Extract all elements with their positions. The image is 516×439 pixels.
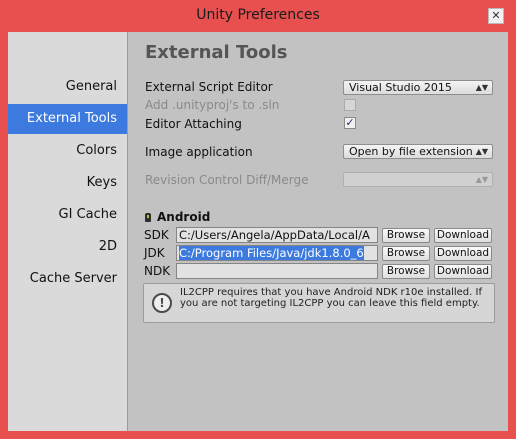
close-icon: ✕	[491, 9, 501, 22]
jdk-label: JDK	[144, 246, 165, 260]
title-bar[interactable]: Unity Preferences ✕	[0, 0, 516, 32]
help-box: ! IL2CPP requires that you have Android …	[143, 283, 495, 323]
close-button[interactable]: ✕	[488, 8, 504, 24]
client-area: General External Tools Colors Keys GI Ca…	[8, 32, 508, 431]
dropdown-arrow-icon: ▲▼	[475, 147, 488, 156]
script-editor-value: Visual Studio 2015	[349, 81, 452, 94]
sidebar: General External Tools Colors Keys GI Ca…	[8, 32, 128, 431]
ndk-label: NDK	[144, 264, 171, 278]
sdk-path-value: C:/Users/Angela/AppData/Local/A	[179, 228, 370, 242]
image-app-dropdown[interactable]: Open by file extension ▲▼	[343, 144, 493, 159]
sdk-label: SDK	[144, 228, 169, 242]
sidebar-item-cache-server[interactable]: Cache Server	[8, 264, 127, 294]
window-title: Unity Preferences	[196, 7, 320, 23]
sidebar-item-keys[interactable]: Keys	[8, 168, 127, 198]
info-icon: !	[152, 293, 172, 313]
sdk-path-field[interactable]: C:/Users/Angela/AppData/Local/A	[176, 227, 378, 243]
help-text: IL2CPP requires that you have Android ND…	[180, 287, 482, 309]
page-title: External Tools	[145, 42, 288, 63]
script-editor-dropdown[interactable]: Visual Studio 2015 ▲▼	[343, 80, 493, 95]
sidebar-item-colors[interactable]: Colors	[8, 136, 127, 166]
sidebar-item-external-tools[interactable]: External Tools	[8, 104, 127, 134]
android-icon	[145, 213, 151, 222]
dropdown-arrow-icon: ▲▼	[475, 175, 488, 184]
editor-attaching-label: Editor Attaching	[145, 117, 242, 131]
external-tools-panel: External Tools External Script Editor Vi…	[129, 32, 508, 431]
add-unityproj-label: Add .unityproj's to .sln	[145, 98, 280, 112]
ndk-path-field[interactable]	[176, 263, 378, 279]
editor-attaching-checkbox[interactable]: ✓	[344, 117, 356, 129]
image-app-value: Open by file extension	[349, 145, 473, 158]
jdk-path-value: C:/Program Files/Java/jdk1.8.0_6	[179, 246, 364, 260]
image-app-label: Image application	[145, 145, 253, 159]
ndk-download-button[interactable]: Download	[434, 264, 492, 279]
sidebar-item-general[interactable]: General	[8, 72, 127, 102]
android-section-title: Android	[145, 210, 210, 224]
preferences-window: Unity Preferences ✕ General External Too…	[0, 0, 516, 439]
sidebar-item-2d[interactable]: 2D	[8, 232, 127, 262]
jdk-download-button[interactable]: Download	[434, 246, 492, 261]
jdk-path-field[interactable]: C:/Program Files/Java/jdk1.8.0_6	[176, 245, 378, 261]
add-unityproj-checkbox[interactable]	[344, 99, 356, 111]
sdk-browse-button[interactable]: Browse	[382, 228, 430, 243]
checkmark-icon: ✓	[345, 116, 355, 129]
ndk-browse-button[interactable]: Browse	[382, 264, 430, 279]
android-title-text: Android	[157, 210, 211, 224]
sidebar-item-gi-cache[interactable]: GI Cache	[8, 200, 127, 230]
dropdown-arrow-icon: ▲▼	[475, 83, 488, 92]
sdk-download-button[interactable]: Download	[434, 228, 492, 243]
revision-control-label: Revision Control Diff/Merge	[145, 173, 309, 187]
script-editor-label: External Script Editor	[145, 80, 273, 94]
jdk-browse-button[interactable]: Browse	[382, 246, 430, 261]
revision-control-dropdown[interactable]: ▲▼	[343, 172, 493, 187]
